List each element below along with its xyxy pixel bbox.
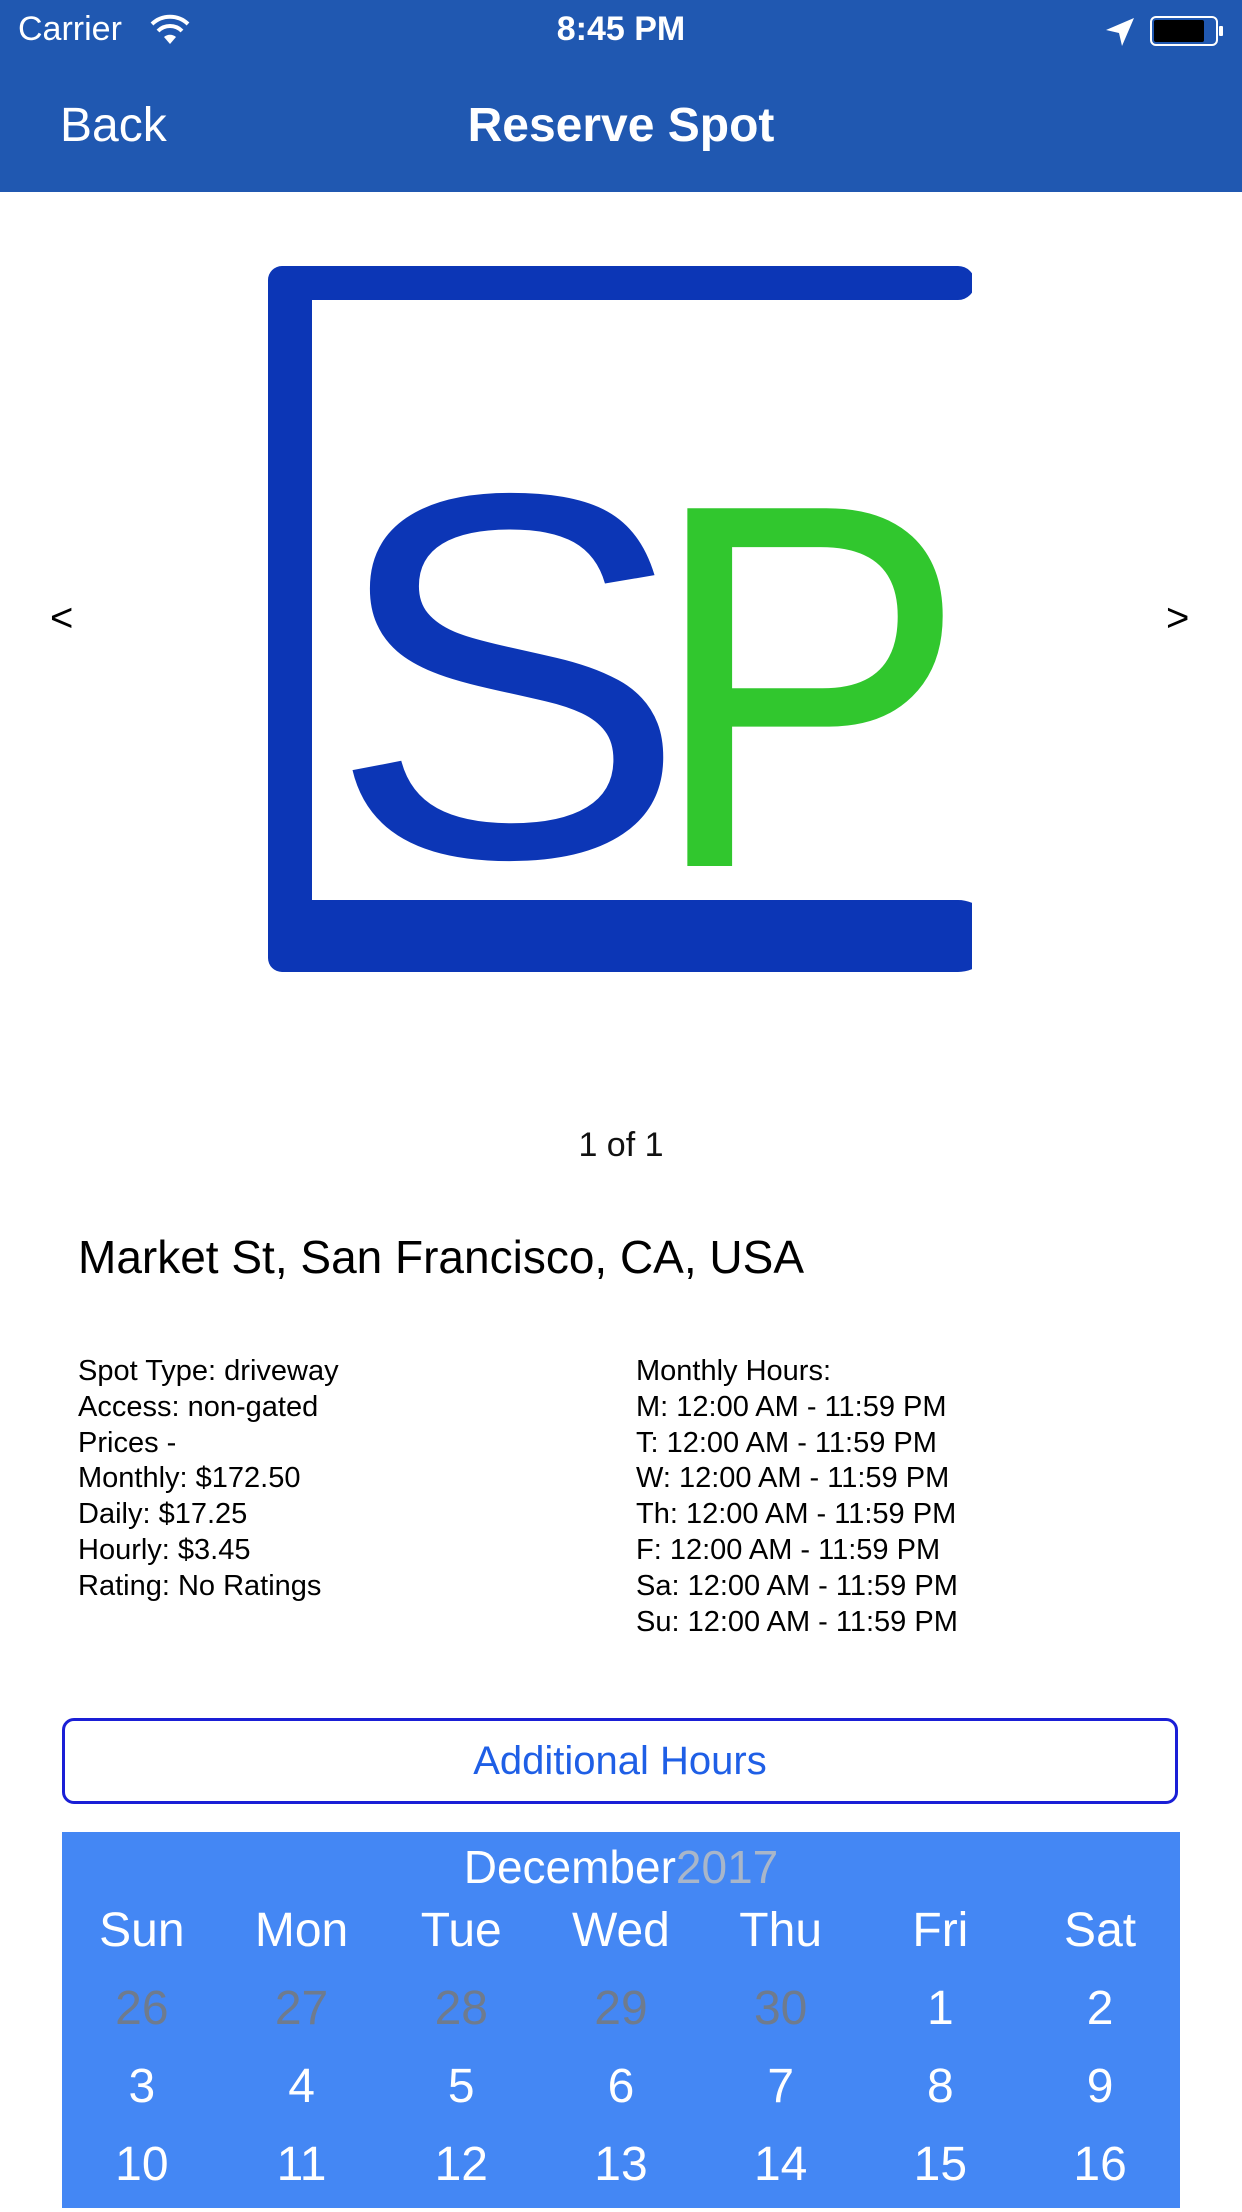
carousel-prev-button[interactable]: < bbox=[50, 596, 73, 641]
calendar-grid: Sun Mon Tue Wed Thu Fri Sat 26 27 28 29 30 1 2… bbox=[62, 1900, 1180, 2212]
calendar-day[interactable]: 1 bbox=[861, 1978, 1021, 2056]
calendar-header: December2017 bbox=[62, 1840, 1180, 1894]
additional-hours-button[interactable]: Additional Hours bbox=[62, 1718, 1178, 1804]
prices-heading: Prices - bbox=[78, 1426, 177, 1459]
weekday-wed: Wed bbox=[572, 1904, 670, 1957]
calendar-day[interactable]: 14 bbox=[701, 2134, 861, 2212]
hours-thursday: Th: 12:00 AM - 11:59 PM bbox=[636, 1498, 957, 1531]
carousel-next-button[interactable]: > bbox=[1166, 596, 1189, 641]
calendar-day[interactable]: 6 bbox=[541, 2056, 701, 2134]
hours-friday: F: 12:00 AM - 11:59 PM bbox=[636, 1533, 941, 1566]
calendar-year: 2017 bbox=[675, 1841, 779, 1893]
weekday-sat: Sat bbox=[1064, 1904, 1137, 1957]
calendar-day[interactable]: 12 bbox=[381, 2134, 541, 2212]
calendar-day[interactable]: 11 bbox=[222, 2134, 382, 2212]
hours-sunday: Su: 12:00 AM - 11:59 PM bbox=[636, 1605, 958, 1638]
hours-monday: M: 12:00 AM - 11:59 PM bbox=[636, 1390, 947, 1423]
top-bar: Carrier 8:45 PM Back Reserve Spot bbox=[0, 0, 1242, 192]
weekday-sun: Sun bbox=[99, 1904, 185, 1957]
calendar-month: December bbox=[463, 1841, 676, 1893]
weekday-mon: Mon bbox=[254, 1904, 349, 1957]
svg-text:P: P bbox=[648, 396, 968, 972]
spot-access: Access: non-gated bbox=[78, 1390, 319, 1423]
weekday-thu: Thu bbox=[739, 1904, 823, 1957]
calendar-day[interactable]: 5 bbox=[381, 2056, 541, 2134]
price-daily: Daily: $17.25 bbox=[78, 1498, 248, 1531]
calendar-day-other-month[interactable]: 26 bbox=[62, 1978, 222, 2056]
calendar-day-other-month[interactable]: 27 bbox=[222, 1978, 382, 2056]
calendar-day[interactable]: 2 bbox=[1020, 1978, 1180, 2056]
calendar-week-row: 3456789 bbox=[62, 2056, 1180, 2134]
page-title: Reserve Spot bbox=[467, 99, 775, 152]
calendar-day[interactable]: 3 bbox=[62, 2056, 222, 2134]
svg-text:S: S bbox=[328, 386, 688, 967]
weekday-tue: Tue bbox=[420, 1904, 502, 1957]
calendar-day[interactable]: 15 bbox=[861, 2134, 1021, 2212]
price-monthly: Monthly: $172.50 bbox=[78, 1462, 301, 1495]
status-bar: Carrier 8:45 PM bbox=[0, 0, 1242, 62]
calendar-day[interactable]: 7 bbox=[701, 2056, 861, 2134]
calendar-day[interactable]: 16 bbox=[1020, 2134, 1180, 2212]
calendar-day[interactable]: 10 bbox=[62, 2134, 222, 2212]
calendar-day[interactable]: 4 bbox=[222, 2056, 382, 2134]
spot-address: Market St, San Francisco, CA, USA bbox=[78, 1231, 805, 1283]
calendar-day[interactable]: 13 bbox=[541, 2134, 701, 2212]
calendar-week-row: 10 11 12 13 14 15 16 bbox=[62, 2134, 1180, 2212]
weekday-fri: Fri bbox=[912, 1904, 969, 1957]
hours-wednesday: W: 12:00 AM - 11:59 PM bbox=[636, 1462, 950, 1495]
spot-details: Spot Type: driveway Access: non-gated Pr… bbox=[78, 1354, 339, 1605]
price-hourly: Hourly: $3.45 bbox=[78, 1533, 251, 1566]
calendar: December2017 Sun Mon Tue Wed Thu Fri Sat… bbox=[62, 1832, 1180, 2208]
spot-logo-image: S P bbox=[268, 266, 972, 972]
carousel-pager: 1 of 1 bbox=[578, 1126, 664, 1164]
battery-icon bbox=[1150, 16, 1223, 46]
calendar-day[interactable]: 9 bbox=[1020, 2056, 1180, 2134]
spot-rating: Rating: No Ratings bbox=[78, 1569, 322, 1602]
spot-type: Spot Type: driveway bbox=[78, 1355, 339, 1387]
hours-saturday: Sa: 12:00 AM - 11:59 PM bbox=[636, 1569, 958, 1602]
calendar-week-row: 26 27 28 29 30 1 2 bbox=[62, 1978, 1180, 2056]
calendar-weekday-row: Sun Mon Tue Wed Thu Fri Sat bbox=[62, 1900, 1180, 1978]
location-arrow-icon bbox=[1106, 18, 1134, 46]
calendar-day-other-month[interactable]: 28 bbox=[381, 1978, 541, 2056]
hours-tuesday: T: 12:00 AM - 11:59 PM bbox=[636, 1426, 937, 1459]
calendar-day[interactable]: 8 bbox=[861, 2056, 1021, 2134]
calendar-day-other-month[interactable]: 29 bbox=[541, 1978, 701, 2056]
monthly-hours: Monthly Hours: M: 12:00 AM - 11:59 PM T:… bbox=[636, 1354, 958, 1640]
calendar-day-other-month[interactable]: 30 bbox=[701, 1978, 861, 2056]
status-time: 8:45 PM bbox=[556, 10, 686, 48]
monthly-hours-heading: Monthly Hours: bbox=[636, 1355, 832, 1387]
